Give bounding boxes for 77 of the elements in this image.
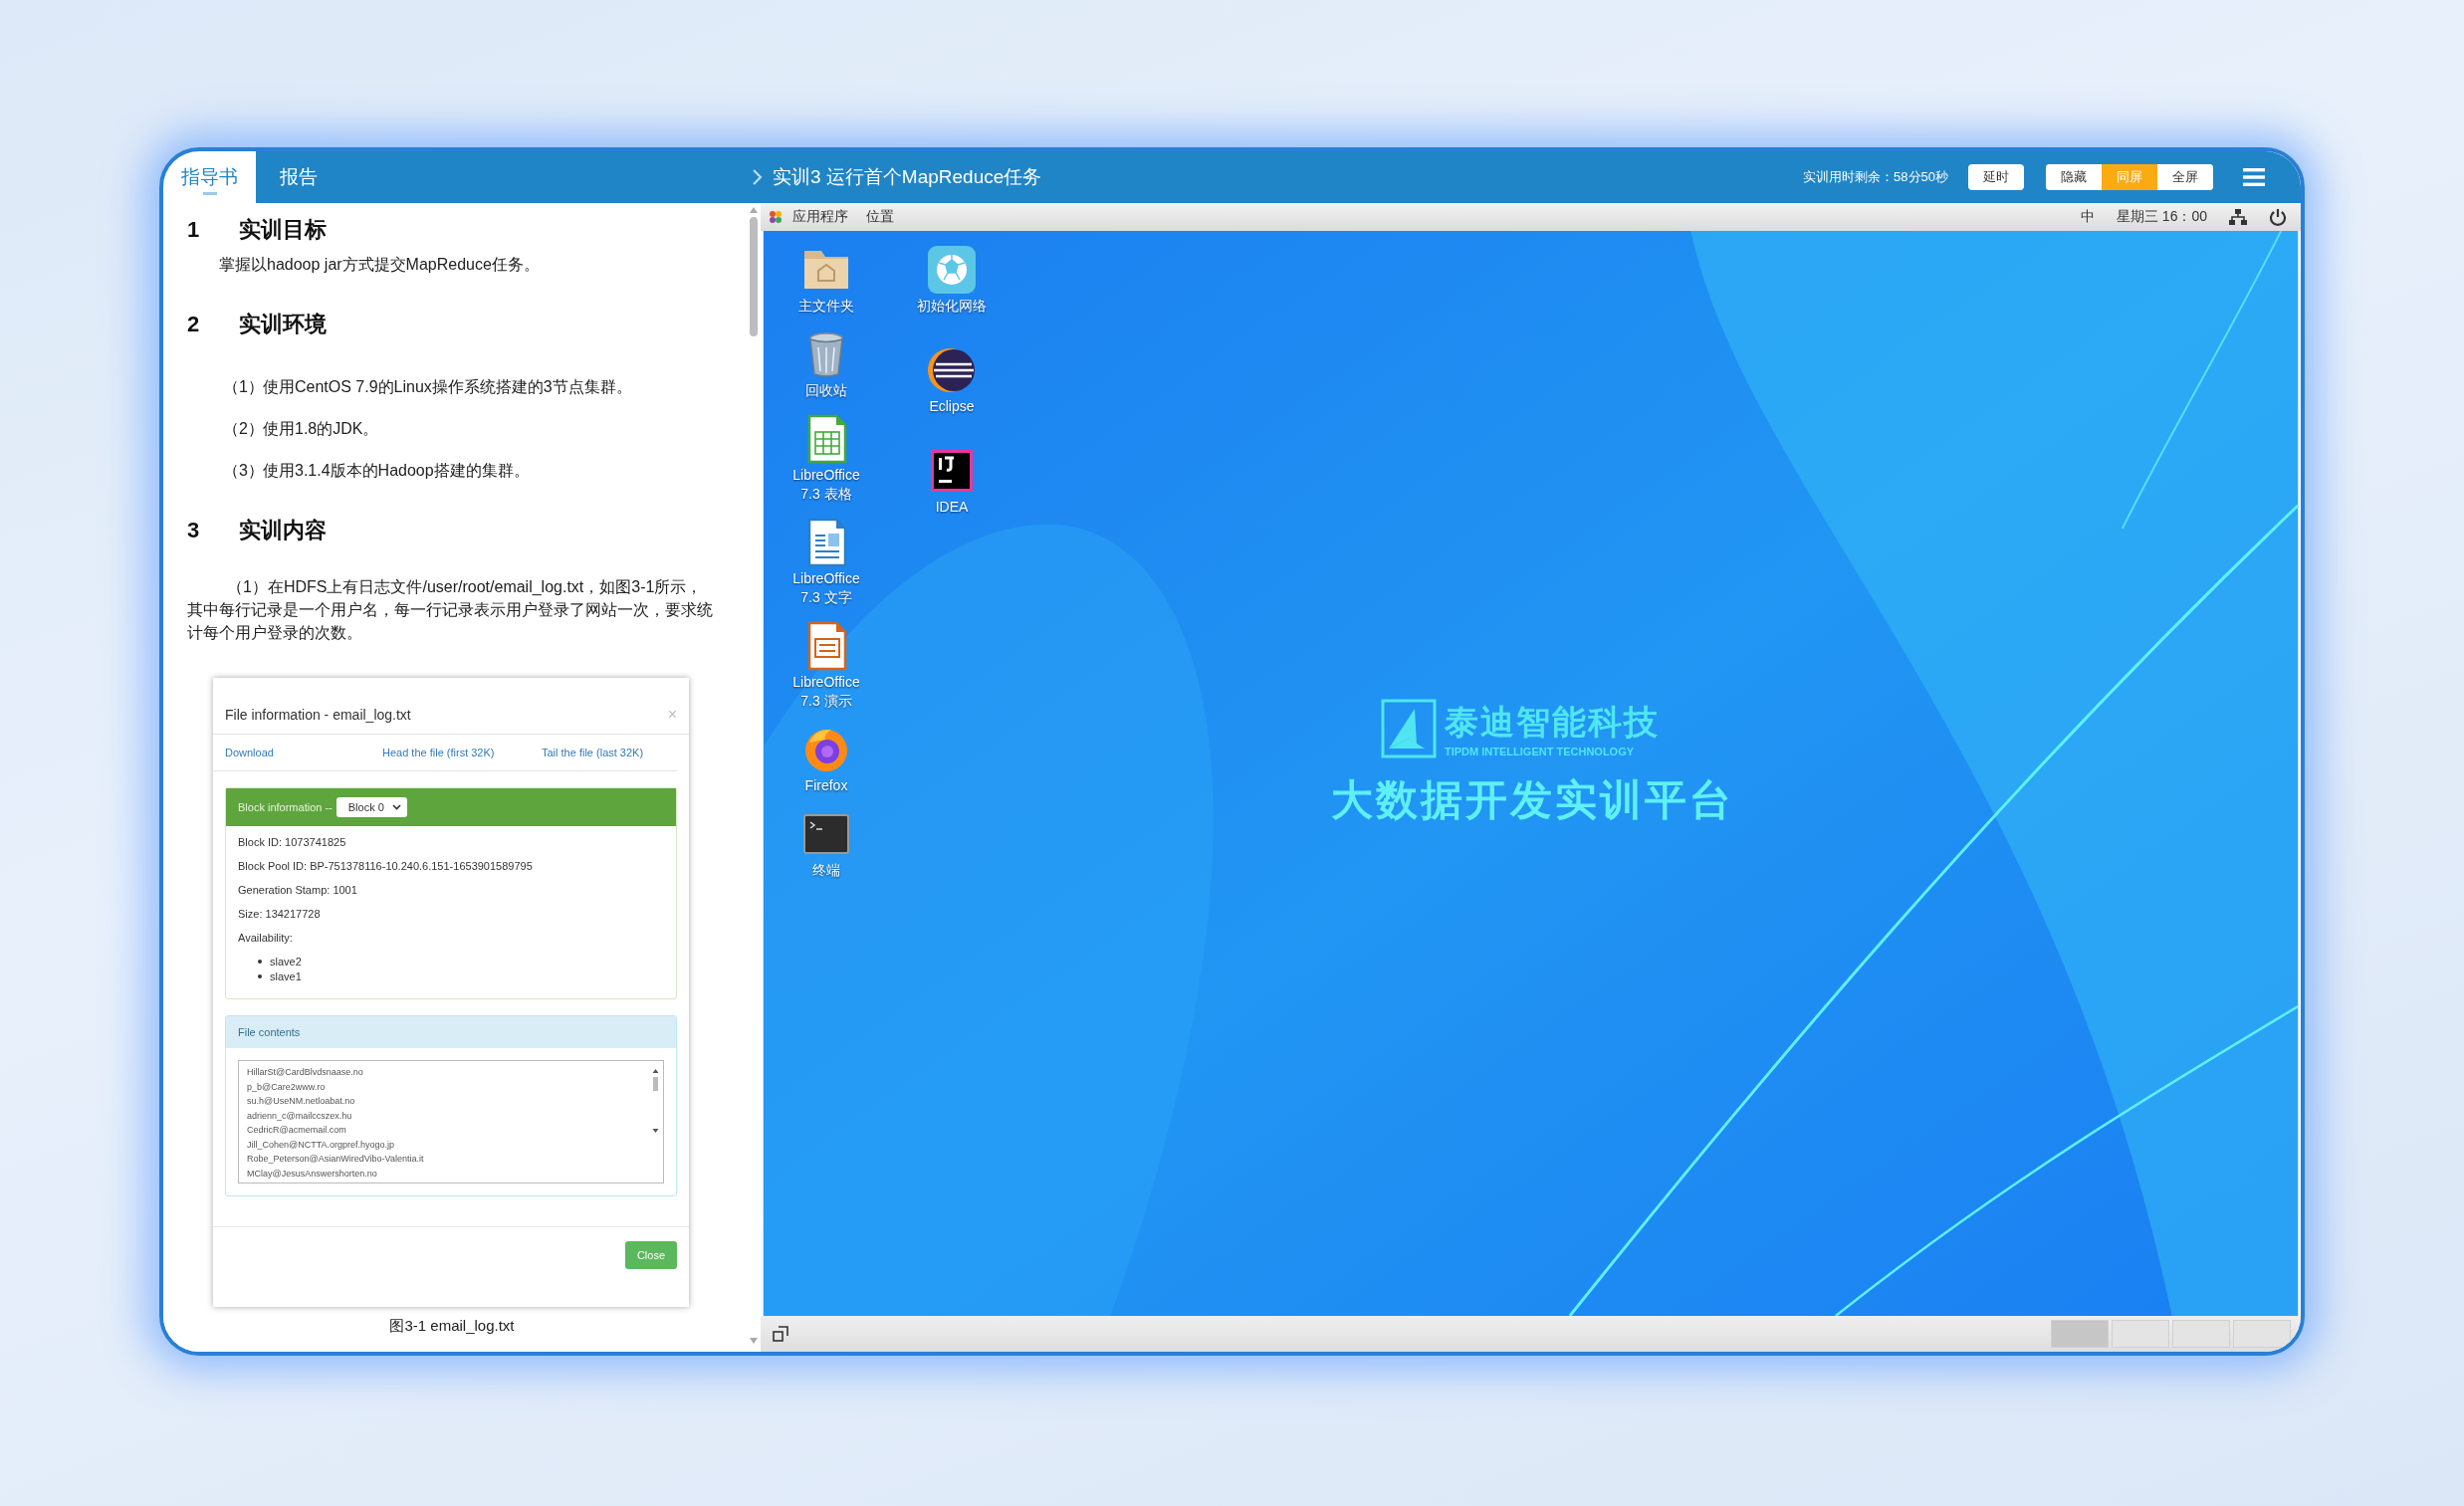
list-marker: （1） xyxy=(223,377,263,397)
desktop-shortcut[interactable]: LibreOffice 7.3 表格 xyxy=(783,414,870,504)
text-line: su.h@UseNM.netloabat.no xyxy=(247,1095,356,1108)
menu-item[interactable]: 位置 xyxy=(866,208,894,226)
info-text: Generation Stamp: 1001 xyxy=(238,884,358,896)
text-line: CedricR@acmemail.com xyxy=(247,1124,347,1137)
desktop-shortcut[interactable]: 回收站 xyxy=(783,329,870,400)
platform-title: 大数据开发实训平台 xyxy=(1331,775,1734,825)
link[interactable]: Download xyxy=(225,747,382,758)
desktop-shortcut[interactable]: LibreOffice 7.3 文字 xyxy=(783,518,870,607)
desktop-shortcut[interactable]: Firefox xyxy=(783,725,870,795)
network-icon[interactable] xyxy=(2229,209,2247,225)
list-item-text: 使用CentOS 7.9的Linux操作系统搭建的3节点集群。 xyxy=(263,377,632,397)
restore-icon[interactable] xyxy=(773,1326,788,1342)
task-title: 实训3 运行首个MapReduce任务 xyxy=(773,165,1042,189)
tab[interactable]: 指导书 xyxy=(163,151,256,203)
section-heading: 实训环境 xyxy=(239,311,327,338)
company-name: 泰迪智能科技 xyxy=(1445,702,1660,743)
apps-icon xyxy=(769,210,783,224)
list-marker: （3） xyxy=(223,461,263,481)
time-remaining: 实训用时剩余：58分50秒 xyxy=(1803,168,1948,186)
section-number: 2 xyxy=(187,312,201,337)
workspace-switcher[interactable] xyxy=(2112,1320,2169,1348)
section-number: 3 xyxy=(187,518,201,543)
info-text: Availability: xyxy=(238,932,294,944)
desktop-shortcut[interactable]: 终端 xyxy=(783,809,870,880)
caret-icon xyxy=(391,804,401,810)
info-text: Size: 134217728 xyxy=(238,908,322,920)
link[interactable]: Tail the file (last 32K) xyxy=(542,747,644,758)
info-text: Block Pool ID: BP-751378116-10.240.6.151-1653901589795 xyxy=(238,860,534,872)
info-text: Block ID: 1073741825 xyxy=(238,836,347,848)
text-line: Robe_Peterson@AsianWiredVibo-Valentia.it xyxy=(247,1153,424,1166)
text-line: adrienn_c@mailccszex.hu xyxy=(247,1109,353,1123)
paragraph: 掌握以hadoop jar方式提交MapReduce任务。 xyxy=(218,255,541,275)
extend-button[interactable]: 延时 xyxy=(1968,164,2024,190)
section-heading: 实训内容 xyxy=(239,517,327,544)
clock[interactable]: 星期三 16：00 xyxy=(2116,208,2207,226)
desktop-shortcut[interactable]: 初始化网络 xyxy=(908,245,996,316)
close-button[interactable]: Close xyxy=(624,1241,677,1269)
tab[interactable]: 报告 xyxy=(256,151,341,203)
workspace-switcher[interactable] xyxy=(2051,1320,2109,1348)
desktop-shortcut[interactable]: 主文件夹 xyxy=(783,245,870,316)
list-item-text: 使用3.1.4版本的Hadoop搭建的集群。 xyxy=(263,461,530,481)
power-icon[interactable] xyxy=(2269,208,2287,226)
desktop-shortcut[interactable]: Eclipse xyxy=(908,345,996,416)
desktop-shortcut[interactable]: LibreOffice 7.3 演示 xyxy=(783,621,870,711)
node-name: slave1 xyxy=(270,970,302,982)
company-tagline: TIPDM INTELLIGENT TECHNOLOGY xyxy=(1445,746,1636,757)
globe-icon xyxy=(927,245,977,295)
logo-icon xyxy=(1381,699,1437,758)
desktop-shortcut[interactable]: IDEA xyxy=(908,446,996,517)
figure-caption: 图3-1 email_log.txt xyxy=(388,1317,516,1336)
input-method-indicator[interactable]: 中 xyxy=(2080,208,2095,226)
link[interactable]: Head the file (first 32K) xyxy=(382,747,542,758)
bullet-icon xyxy=(258,974,262,978)
text-line: MClay@JesusAnswershorten.no xyxy=(247,1167,378,1181)
section-heading: 实训目标 xyxy=(239,216,327,244)
menu-item[interactable]: 应用程序 xyxy=(792,208,848,226)
block-select[interactable]: Block 0 xyxy=(336,797,407,817)
file-contents-textarea[interactable] xyxy=(238,1060,664,1183)
menu-icon[interactable] xyxy=(2243,168,2265,186)
list-marker: （2） xyxy=(223,419,263,439)
panel-heading: Block information -- xyxy=(238,801,333,813)
workspace-switcher[interactable] xyxy=(2233,1320,2291,1348)
panel-heading: File contents xyxy=(226,1016,676,1048)
paragraph: （1）在HDFS上有日志文件/user/root/email_log.txt，如图3-1所示，其中每行记录是一个用户名，每一行记录表示用户登录了网站一次，要求统计每个用户登录的次数。 xyxy=(187,577,714,643)
text-line: p_b@Care2www.ro xyxy=(247,1080,327,1094)
workspace-switcher[interactable] xyxy=(2172,1320,2230,1348)
list-item-text: 使用1.8的JDK。 xyxy=(263,419,379,439)
text-line: Jill_Cohen@NCTTA.orgpref.hyogo.jp xyxy=(247,1138,396,1152)
bullet-icon xyxy=(258,960,262,964)
text-line: HillarSt@CardBlvdsnaase.no xyxy=(247,1066,364,1079)
chevron-right-icon xyxy=(751,167,765,187)
dialog-title: File information - email_log.txt xyxy=(225,707,411,723)
eclipse-icon xyxy=(927,345,977,395)
section-number: 1 xyxy=(187,217,201,243)
node-name: slave2 xyxy=(270,956,302,968)
